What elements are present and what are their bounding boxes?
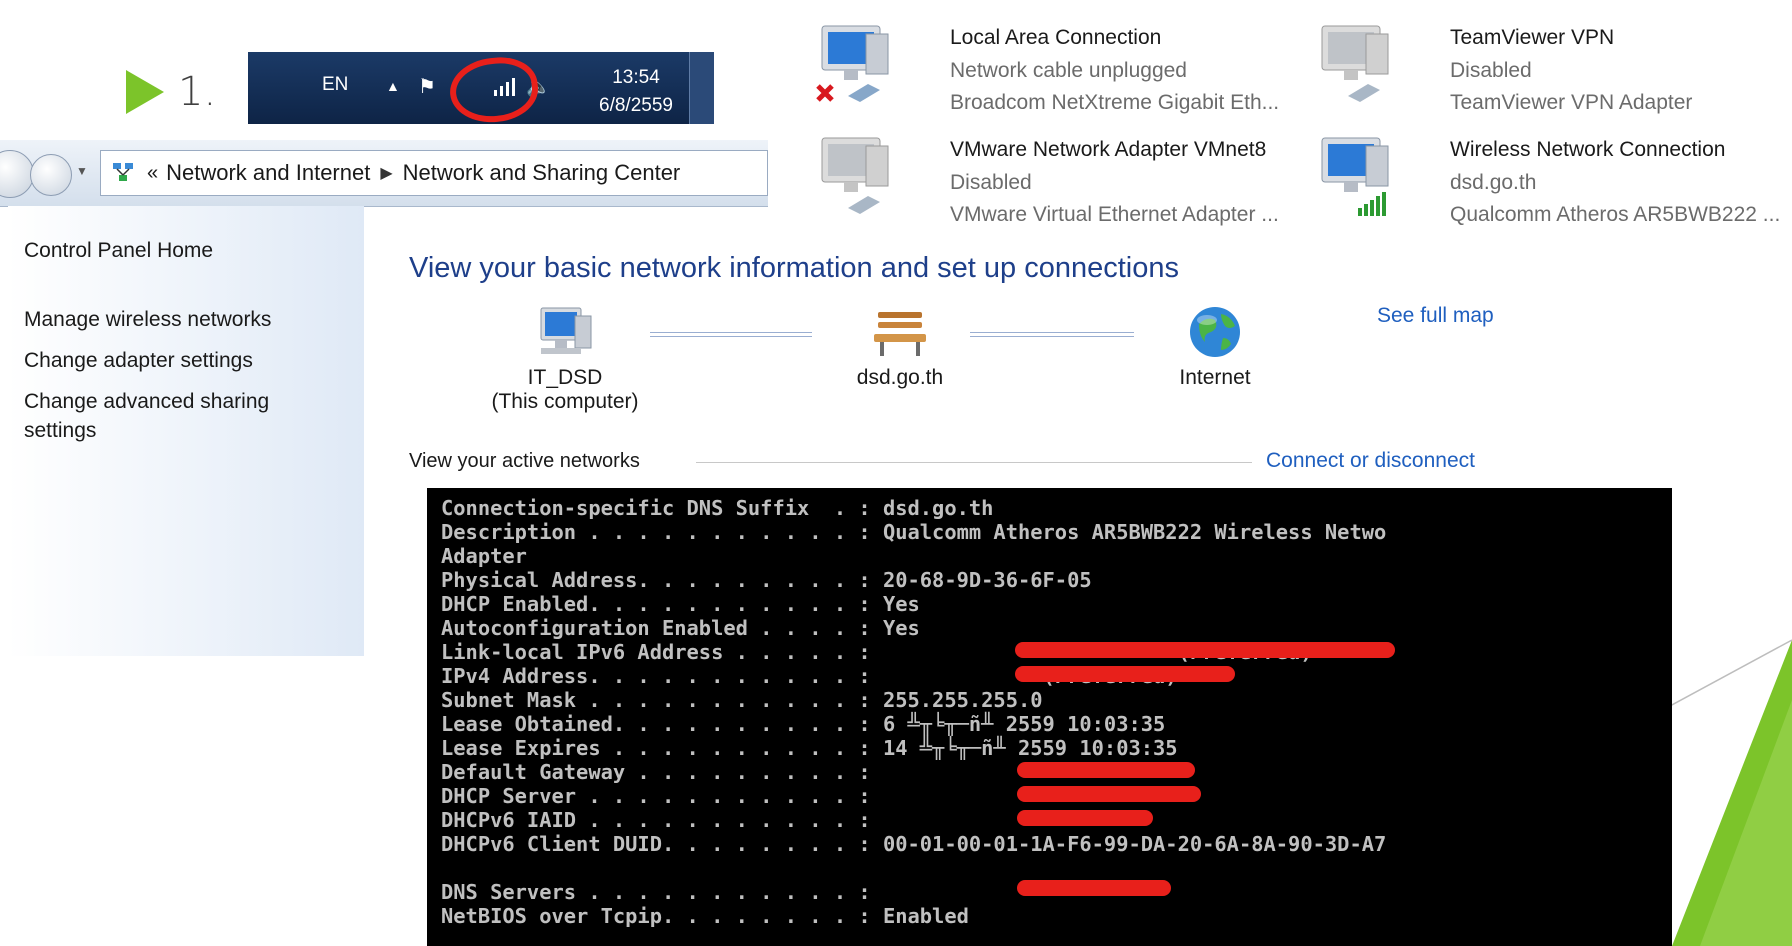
redaction-mark	[1015, 642, 1395, 658]
console-line: DHCP Server . . . . . . . . . . . :	[441, 784, 883, 808]
computer-name: IT_DSD	[527, 366, 603, 389]
action-center-flag-icon[interactable]: ⚑	[418, 74, 436, 99]
explorer-address-bar: ▼ « Network and Internet ▶ Network and S…	[0, 140, 768, 207]
adapter-status: Disabled	[1450, 59, 1532, 82]
step-number: 1.	[178, 69, 217, 115]
adapter-status: dsd.go.th	[1450, 171, 1537, 194]
adapter-vmware-vmnet8[interactable]: VMware Network Adapter VMnet8 Disabled V…	[808, 116, 1308, 226]
manage-wireless-networks-link[interactable]: Manage wireless networks	[24, 305, 271, 335]
adapter-name: Wireless Network Connection	[1450, 138, 1726, 161]
adapter-teamviewer-vpn[interactable]: TeamViewer VPN Disabled TeamViewer VPN A…	[1308, 4, 1792, 114]
see-full-map-link[interactable]: See full map	[1377, 304, 1494, 328]
console-line: Description . . . . . . . . . . . : Qual…	[441, 520, 1387, 544]
console-line: Lease Obtained. . . . . . . . . . : 6 ╩╥…	[441, 712, 1166, 736]
breadcrumb-network-sharing-center[interactable]: Network and Sharing Center	[403, 160, 681, 186]
forward-button[interactable]	[30, 154, 72, 196]
adapter-local-area-connection[interactable]: Local Area Connection Network cable unpl…	[808, 4, 1308, 114]
adapter-name: Local Area Connection	[950, 26, 1162, 49]
breadcrumb-overflow[interactable]: «	[147, 162, 158, 185]
redaction-mark	[1017, 762, 1195, 778]
breadcrumb[interactable]: « Network and Internet ▶ Network and Sha…	[100, 150, 768, 196]
back-button[interactable]	[0, 150, 34, 198]
page-title: View your basic network information and …	[409, 252, 1180, 284]
network-connections-list: Local Area Connection Network cable unpl…	[768, 0, 1792, 250]
console-line: NetBIOS over Tcpip. . . . . . . . : Enab…	[441, 904, 969, 928]
wired-adapter-disabled-icon	[821, 137, 889, 214]
adapter-status: Disabled	[950, 171, 1032, 194]
adapter-device: Broadcom NetXtreme Gigabit Eth...	[950, 91, 1280, 114]
recent-pages-dropdown-icon[interactable]: ▼	[76, 164, 88, 178]
step-bullet: 1.	[126, 62, 216, 122]
adapter-wireless-network-connection[interactable]: Wireless Network Connection dsd.go.th Qu…	[1308, 116, 1792, 226]
left-task-pane: Control Panel Home Manage wireless netwo…	[8, 206, 364, 656]
console-line: DHCPv6 Client DUID. . . . . . . . : 00-0…	[441, 832, 1387, 856]
breadcrumb-separator-icon[interactable]: ▶	[380, 163, 392, 183]
clock[interactable]: 13:54 6/8/2559	[578, 64, 694, 120]
adapter-device: Qualcomm Atheros AR5BWB222 ...	[1450, 203, 1781, 226]
console-line: DHCPv6 IAID . . . . . . . . . . . :	[441, 808, 883, 832]
globe-icon	[1190, 307, 1240, 357]
console-line: Lease Expires . . . . . . . . . . : 14 ╩…	[441, 736, 1178, 760]
show-hidden-icons-arrow-icon[interactable]: ▲	[386, 78, 400, 94]
ipconfig-text: Connection-specific DNS Suffix . : dsd.g…	[427, 488, 1672, 928]
computer-icon	[540, 307, 592, 354]
console-line: Connection-specific DNS Suffix . : dsd.g…	[441, 496, 994, 520]
console-line: Autoconfiguration Enabled . . . . : Yes	[441, 616, 920, 640]
map-node-network[interactable]: dsd.go.th	[820, 302, 980, 390]
clock-date: 6/8/2559	[599, 95, 673, 116]
console-line: Physical Address. . . . . . . . . : 20-6…	[441, 568, 1092, 592]
command-prompt-output: Connection-specific DNS Suffix . : dsd.g…	[427, 488, 1672, 946]
console-line: Adapter	[441, 544, 527, 568]
map-node-internet[interactable]: Internet	[1140, 302, 1290, 390]
redaction-mark	[1017, 810, 1153, 826]
change-advanced-sharing-link-cont[interactable]: settings	[24, 416, 96, 446]
adapter-device: TeamViewer VPN Adapter	[1450, 91, 1693, 114]
bullet-triangle-icon	[126, 70, 164, 114]
breadcrumb-network-and-internet[interactable]: Network and Internet	[166, 160, 370, 186]
control-panel-home-link[interactable]: Control Panel Home	[24, 236, 213, 266]
console-line: DHCP Enabled. . . . . . . . . . . : Yes	[441, 592, 920, 616]
map-connector-line	[650, 332, 812, 337]
wired-adapter-disconnected-icon	[816, 25, 889, 102]
computer-subtitle: (This computer)	[491, 390, 639, 413]
console-line: Subnet Mask . . . . . . . . . . . : 255.…	[441, 688, 1043, 712]
network-name: dsd.go.th	[856, 366, 944, 389]
clock-time: 13:54	[612, 67, 660, 88]
redaction-mark	[1017, 880, 1171, 896]
internet-label: Internet	[1179, 366, 1251, 389]
active-networks-heading: View your active networks	[409, 450, 640, 472]
wireless-adapter-connected-icon	[1321, 137, 1389, 216]
map-node-computer[interactable]: IT_DSD (This computer)	[470, 302, 660, 414]
adapter-name: VMware Network Adapter VMnet8	[950, 138, 1267, 161]
adapter-name: TeamViewer VPN	[1450, 26, 1615, 49]
wired-adapter-disabled-icon	[1321, 25, 1389, 102]
map-connector-line	[970, 332, 1134, 337]
bench-network-icon	[874, 312, 926, 356]
connect-or-disconnect-link[interactable]: Connect or disconnect	[1266, 449, 1475, 473]
change-advanced-sharing-link[interactable]: Change advanced sharing	[24, 387, 269, 417]
show-desktop-button[interactable]	[689, 52, 714, 124]
section-divider	[696, 462, 1252, 463]
language-indicator[interactable]: EN	[322, 74, 348, 96]
console-line: DNS Servers . . . . . . . . . . . :	[441, 880, 883, 904]
adapter-device: VMware Virtual Ethernet Adapter ...	[950, 203, 1279, 226]
network-icon	[113, 163, 133, 181]
console-line: Default Gateway . . . . . . . . . :	[441, 760, 883, 784]
change-adapter-settings-link[interactable]: Change adapter settings	[24, 346, 253, 376]
adapter-status: Network cable unplugged	[950, 59, 1187, 82]
redaction-mark	[1015, 666, 1235, 682]
redaction-mark	[1017, 786, 1201, 802]
